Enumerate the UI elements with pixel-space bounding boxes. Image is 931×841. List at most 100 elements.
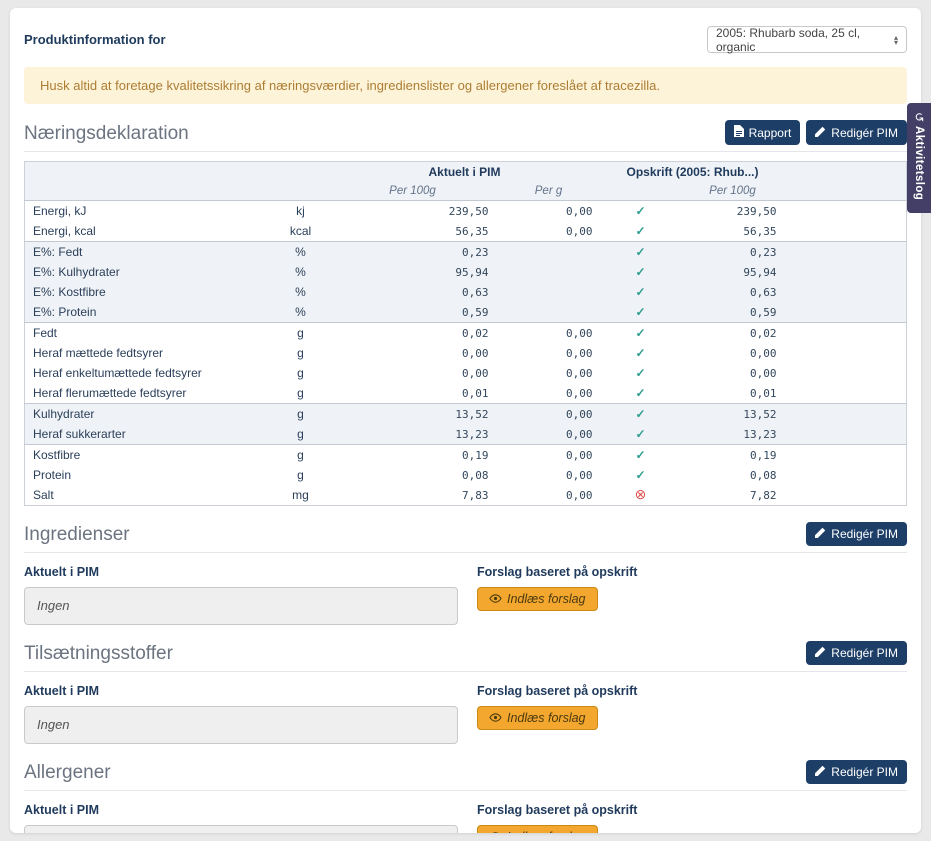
report-button[interactable]: Rapport: [725, 120, 801, 145]
check-icon: ✓: [635, 366, 645, 380]
activity-log-tab[interactable]: ↺ Aktivitetslog: [907, 103, 931, 213]
check-icon: ✓: [635, 305, 645, 319]
eye-icon: [489, 711, 502, 725]
nutrient-label: E%: Kostfibre: [25, 282, 273, 302]
row-spacer: [785, 343, 907, 363]
check-icon: ✓: [635, 204, 645, 218]
load-suggestion-button[interactable]: Indlæs forslag: [477, 825, 598, 833]
page-title: Produktinformation for: [24, 32, 166, 47]
recipe-per-100g-value: 7,82: [681, 485, 785, 506]
current-per-100g-value: 0,00: [329, 363, 497, 383]
nutrient-label: Heraf mættede fedtsyrer: [25, 343, 273, 363]
match-status: ✓: [601, 282, 681, 302]
edit-pencil-icon: [815, 765, 826, 779]
pim-section: Ingredienser Redigér PIM Aktuelt i PIM I…: [24, 522, 907, 625]
row-spacer: [785, 404, 907, 425]
check-icon: ✓: [635, 346, 645, 360]
current-per-g-value: 0,00: [497, 221, 601, 242]
nutrient-unit: %: [273, 302, 329, 323]
nutrient-label: Salt: [25, 485, 273, 506]
history-icon: ↺: [912, 112, 926, 122]
column-group-current: Aktuelt i PIM: [329, 162, 601, 183]
current-per-100g-value: 13,23: [329, 424, 497, 445]
check-icon: ✓: [635, 427, 645, 441]
nutrition-row: Heraf mættede fedtsyrerg0,000,00✓0,00: [25, 343, 907, 363]
nutrient-label: Energi, kcal: [25, 221, 273, 242]
column-group-recipe: Opskrift (2005: Rhub...): [601, 162, 785, 183]
current-per-100g-value: 13,52: [329, 404, 497, 425]
check-icon: ✓: [635, 407, 645, 421]
current-per-g-value: 0,00: [497, 383, 601, 404]
nutrient-label: Fedt: [25, 323, 273, 344]
match-status: ✓: [601, 221, 681, 242]
current-per-100g-value: 0,02: [329, 323, 497, 344]
current-value-box: Ingen: [24, 825, 458, 833]
recipe-per-100g-value: 13,23: [681, 424, 785, 445]
check-icon: ✓: [635, 448, 645, 462]
eye-icon: [489, 830, 502, 833]
quality-warning-banner: Husk altid at foretage kvalitetssikring …: [24, 67, 907, 104]
nutrition-heading: Næringsdeklaration: [24, 123, 189, 145]
match-status: ✓: [601, 424, 681, 445]
product-select-value: 2005: Rhubarb soda, 25 cl, organic: [716, 26, 894, 54]
check-icon: ✓: [635, 285, 645, 299]
row-spacer: [785, 465, 907, 485]
product-select[interactable]: 2005: Rhubarb soda, 25 cl, organic ▴▾: [707, 26, 907, 53]
row-spacer: [785, 445, 907, 466]
row-spacer: [785, 383, 907, 404]
edit-pim-nutrition-button[interactable]: Redigér PIM: [806, 120, 907, 145]
match-status: ✓: [601, 465, 681, 485]
column-recipe-per-100g: Per 100g: [681, 182, 785, 201]
pim-section: Allergener Redigér PIM Aktuelt i PIM Ing…: [24, 760, 907, 833]
edit-pim-button[interactable]: Redigér PIM: [806, 760, 907, 784]
check-icon: ✓: [635, 265, 645, 279]
nutrition-row: Energi, kcalkcal56,350,00✓56,35: [25, 221, 907, 242]
current-per-100g-value: 7,83: [329, 485, 497, 506]
activity-log-label: Aktivitetslog: [913, 126, 925, 200]
current-per-g-value: 0,00: [497, 424, 601, 445]
row-spacer: [785, 302, 907, 323]
current-value: Ingen: [37, 598, 70, 613]
current-per-100g-value: 0,63: [329, 282, 497, 302]
current-label: Aktuelt i PIM: [24, 565, 458, 579]
current-per-100g-value: 239,50: [329, 201, 497, 222]
recipe-per-100g-value: 239,50: [681, 201, 785, 222]
edit-pim-button[interactable]: Redigér PIM: [806, 641, 907, 665]
row-spacer: [785, 201, 907, 222]
nutrient-label: Energi, kJ: [25, 201, 273, 222]
edit-pencil-icon: [815, 646, 826, 660]
current-per-g-value: 0,00: [497, 363, 601, 383]
pim-sections: Ingredienser Redigér PIM Aktuelt i PIM I…: [24, 522, 907, 833]
match-status: ✓: [601, 201, 681, 222]
current-per-g-value: 0,00: [497, 445, 601, 466]
suggestion-label: Forslag baseret på opskrift: [477, 803, 907, 817]
match-status: ⊗: [601, 485, 681, 506]
nutrient-label: Protein: [25, 465, 273, 485]
nutrient-unit: %: [273, 242, 329, 263]
nutrient-label: Heraf enkeltumættede fedtsyrer: [25, 363, 273, 383]
recipe-per-100g-value: 0,63: [681, 282, 785, 302]
nutrient-label: Kulhydrater: [25, 404, 273, 425]
select-arrows-icon: ▴▾: [894, 35, 898, 45]
current-per-100g-value: 95,94: [329, 262, 497, 282]
nutrition-row: Proteing0,080,00✓0,08: [25, 465, 907, 485]
current-value-box: Ingen: [24, 587, 458, 625]
match-status: ✓: [601, 404, 681, 425]
match-status: ✓: [601, 323, 681, 344]
nutrient-label: Kostfibre: [25, 445, 273, 466]
row-spacer: [785, 221, 907, 242]
load-suggestion-button[interactable]: Indlæs forslag: [477, 587, 598, 611]
nutrient-unit: kcal: [273, 221, 329, 242]
nutrition-row: Kulhydraterg13,520,00✓13,52: [25, 404, 907, 425]
current-per-100g-value: 0,01: [329, 383, 497, 404]
recipe-per-100g-value: 0,59: [681, 302, 785, 323]
row-spacer: [785, 363, 907, 383]
match-status: ✓: [601, 343, 681, 363]
current-per-g-value: 0,00: [497, 465, 601, 485]
load-suggestion-button[interactable]: Indlæs forslag: [477, 706, 598, 730]
current-label: Aktuelt i PIM: [24, 684, 458, 698]
match-status: ✓: [601, 302, 681, 323]
current-per-g-value: 0,00: [497, 485, 601, 506]
check-icon: ✓: [635, 326, 645, 340]
edit-pim-button[interactable]: Redigér PIM: [806, 522, 907, 546]
